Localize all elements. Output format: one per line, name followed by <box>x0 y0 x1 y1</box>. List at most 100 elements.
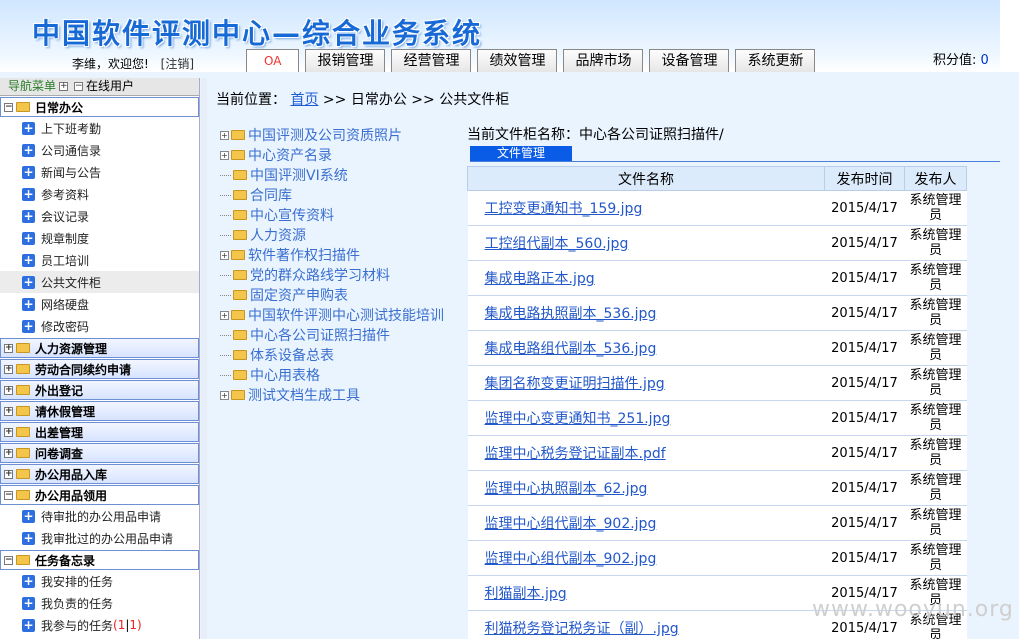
sidebar-section-9[interactable]: − 任务备忘录 <box>0 550 199 570</box>
tree-node-label[interactable]: 人力资源 <box>250 225 306 245</box>
tree-node[interactable]: + 软件著作权扫描件 <box>220 245 465 265</box>
tab-5[interactable]: 设备管理 <box>649 49 730 72</box>
tree-node-label[interactable]: 中心用表格 <box>250 365 320 385</box>
sidebar-item[interactable]: + 员工培训 <box>0 249 199 271</box>
expand-icon[interactable]: + <box>220 150 229 160</box>
file-link[interactable]: 集成电路组代副本_536.jpg <box>485 341 657 357</box>
tree-node[interactable]: 党的群众路线学习材料 <box>220 265 465 285</box>
sidebar-section-8[interactable]: − 办公用品领用 <box>0 485 199 505</box>
collapse-icon[interactable]: − <box>4 555 13 565</box>
expand-icon[interactable]: + <box>220 390 229 400</box>
tree-node[interactable]: 体系设备总表 <box>220 345 465 365</box>
tree-node[interactable]: 中国评测VI系统 <box>220 165 465 185</box>
file-link[interactable]: 集团名称变更证明扫描件.jpg <box>485 376 665 392</box>
tree-node-label[interactable]: 测试文档生成工具 <box>248 385 360 405</box>
sidebar-section-0[interactable]: − 日常办公 <box>0 97 199 117</box>
sidebar-item[interactable]: + 上下班考勤 <box>0 117 199 139</box>
sidebar-item[interactable]: + 待审批的办公用品申请 <box>0 505 199 527</box>
file-link[interactable]: 监理中心组代副本_902.jpg <box>485 551 657 567</box>
expand-icon[interactable]: + <box>4 448 13 458</box>
sidebar-section-2[interactable]: + 劳动合同续约申请 <box>0 359 199 379</box>
collapse-icon[interactable]: − <box>4 490 13 500</box>
sidebar-item[interactable]: + 规章制度 <box>0 227 199 249</box>
file-link[interactable]: 监理中心税务登记证副本.pdf <box>485 446 666 462</box>
tree-node[interactable]: 人力资源 <box>220 225 465 245</box>
expand-icon[interactable]: + <box>4 469 13 479</box>
tab-6[interactable]: 系统更新 <box>735 49 816 72</box>
tree-node[interactable]: 中心宣传资料 <box>220 205 465 225</box>
tree-node-label[interactable]: 中心各公司证照扫描件 <box>250 325 390 345</box>
tree-node[interactable]: + 测试文档生成工具 <box>220 385 465 405</box>
tree-node[interactable]: + 中国评测及公司资质照片 <box>220 125 465 145</box>
nav-menu-label[interactable]: 导航菜单 <box>8 78 56 95</box>
sidebar-item[interactable]: + 修改密码 <box>0 315 199 337</box>
sidebar-splitter[interactable] <box>201 78 207 639</box>
sidebar-item[interactable]: + 我审批过的办公用品申请 <box>0 527 199 549</box>
sidebar-section-4[interactable]: + 请休假管理 <box>0 401 199 421</box>
tree-node-label[interactable]: 体系设备总表 <box>250 345 334 365</box>
tree-node-label[interactable]: 中国软件评测中心测试技能培训 <box>248 305 444 325</box>
sidebar-item[interactable]: + 我负责的任务 <box>0 592 199 614</box>
breadcrumb-home-link[interactable]: 首页 <box>290 92 318 108</box>
tree-node[interactable]: 中心用表格 <box>220 365 465 385</box>
expand-icon[interactable]: + <box>4 427 13 437</box>
expand-icon[interactable]: + <box>59 82 69 91</box>
sidebar-item[interactable]: + 公共文件柜 <box>0 271 199 293</box>
file-link[interactable]: 工控变更通知书_159.jpg <box>485 201 643 217</box>
sidebar-item[interactable]: + 公司通信录 <box>0 139 199 161</box>
tree-line <box>220 374 231 376</box>
breadcrumb: 当前位置： 首页 >> 日常办公 >> 公共文件柜 <box>216 89 509 109</box>
tab-3[interactable]: 绩效管理 <box>477 49 558 72</box>
expand-icon[interactable]: + <box>220 250 229 260</box>
sidebar-item[interactable]: + 参考资料 <box>0 183 199 205</box>
file-link[interactable]: 集成电路执照副本_536.jpg <box>485 306 657 322</box>
collapse-icon[interactable]: − <box>4 102 13 112</box>
sidebar-section-7[interactable]: + 办公用品入库 <box>0 464 199 484</box>
file-name-cell: 利猫副本.jpg <box>467 575 825 611</box>
tree-node[interactable]: + 中国软件评测中心测试技能培训 <box>220 305 465 325</box>
sidebar-section-3[interactable]: + 外出登记 <box>0 380 199 400</box>
file-link[interactable]: 监理中心变更通知书_251.jpg <box>485 411 671 427</box>
publisher-cell: 系统管理员 <box>904 365 967 401</box>
tree-node[interactable]: 固定资产申购表 <box>220 285 465 305</box>
expand-icon[interactable]: + <box>4 385 13 395</box>
tree-node[interactable]: 合同库 <box>220 185 465 205</box>
sidebar-item[interactable]: + 我参与的任务 (1|1) <box>0 614 199 636</box>
sidebar-item[interactable]: + 网络硬盘 <box>0 293 199 315</box>
tab-1[interactable]: 报销管理 <box>305 49 386 72</box>
tree-node-label[interactable]: 党的群众路线学习材料 <box>250 265 390 285</box>
sidebar-item[interactable]: + 我安排的任务 <box>0 570 199 592</box>
tree-node-label[interactable]: 软件著作权扫描件 <box>248 245 360 265</box>
tree-node-label[interactable]: 中心资产名录 <box>248 145 332 165</box>
online-users-label[interactable]: 在线用户 <box>86 78 134 95</box>
tab-0[interactable]: OA <box>246 49 300 72</box>
sidebar-item[interactable]: + 会议记录 <box>0 205 199 227</box>
file-link[interactable]: 工控组代副本_560.jpg <box>485 236 629 252</box>
file-link[interactable]: 利猫税务登记税务证（副）.jpg <box>485 621 679 637</box>
tree-node-label[interactable]: 固定资产申购表 <box>250 285 348 305</box>
expand-icon[interactable]: + <box>220 310 229 320</box>
expand-icon[interactable]: + <box>4 364 13 374</box>
file-link[interactable]: 利猫副本.jpg <box>485 586 567 602</box>
tree-node-label[interactable]: 合同库 <box>250 185 292 205</box>
expand-icon[interactable]: + <box>4 406 13 416</box>
logout-link[interactable]: [注销] <box>161 57 194 71</box>
sidebar-section-6[interactable]: + 问卷调查 <box>0 443 199 463</box>
tab-4[interactable]: 品牌市场 <box>563 49 644 72</box>
tree-node-label[interactable]: 中国评测及公司资质照片 <box>248 125 402 145</box>
file-management-tab[interactable]: 文件管理 <box>470 146 572 161</box>
expand-icon[interactable]: + <box>4 343 13 353</box>
file-link[interactable]: 监理中心组代副本_902.jpg <box>485 516 657 532</box>
tree-node-label[interactable]: 中心宣传资料 <box>250 205 334 225</box>
sidebar-item[interactable]: + 新闻与公告 <box>0 161 199 183</box>
tree-node[interactable]: 中心各公司证照扫描件 <box>220 325 465 345</box>
file-link[interactable]: 集成电路正本.jpg <box>485 271 595 287</box>
expand-icon[interactable]: + <box>220 130 229 140</box>
tab-2[interactable]: 经营管理 <box>391 49 472 72</box>
collapse-icon[interactable]: − <box>74 82 84 91</box>
tree-node-label[interactable]: 中国评测VI系统 <box>250 165 348 185</box>
sidebar-section-1[interactable]: + 人力资源管理 <box>0 338 199 358</box>
sidebar-section-5[interactable]: + 出差管理 <box>0 422 199 442</box>
tree-node[interactable]: + 中心资产名录 <box>220 145 465 165</box>
file-link[interactable]: 监理中心执照副本_62.jpg <box>485 481 648 497</box>
